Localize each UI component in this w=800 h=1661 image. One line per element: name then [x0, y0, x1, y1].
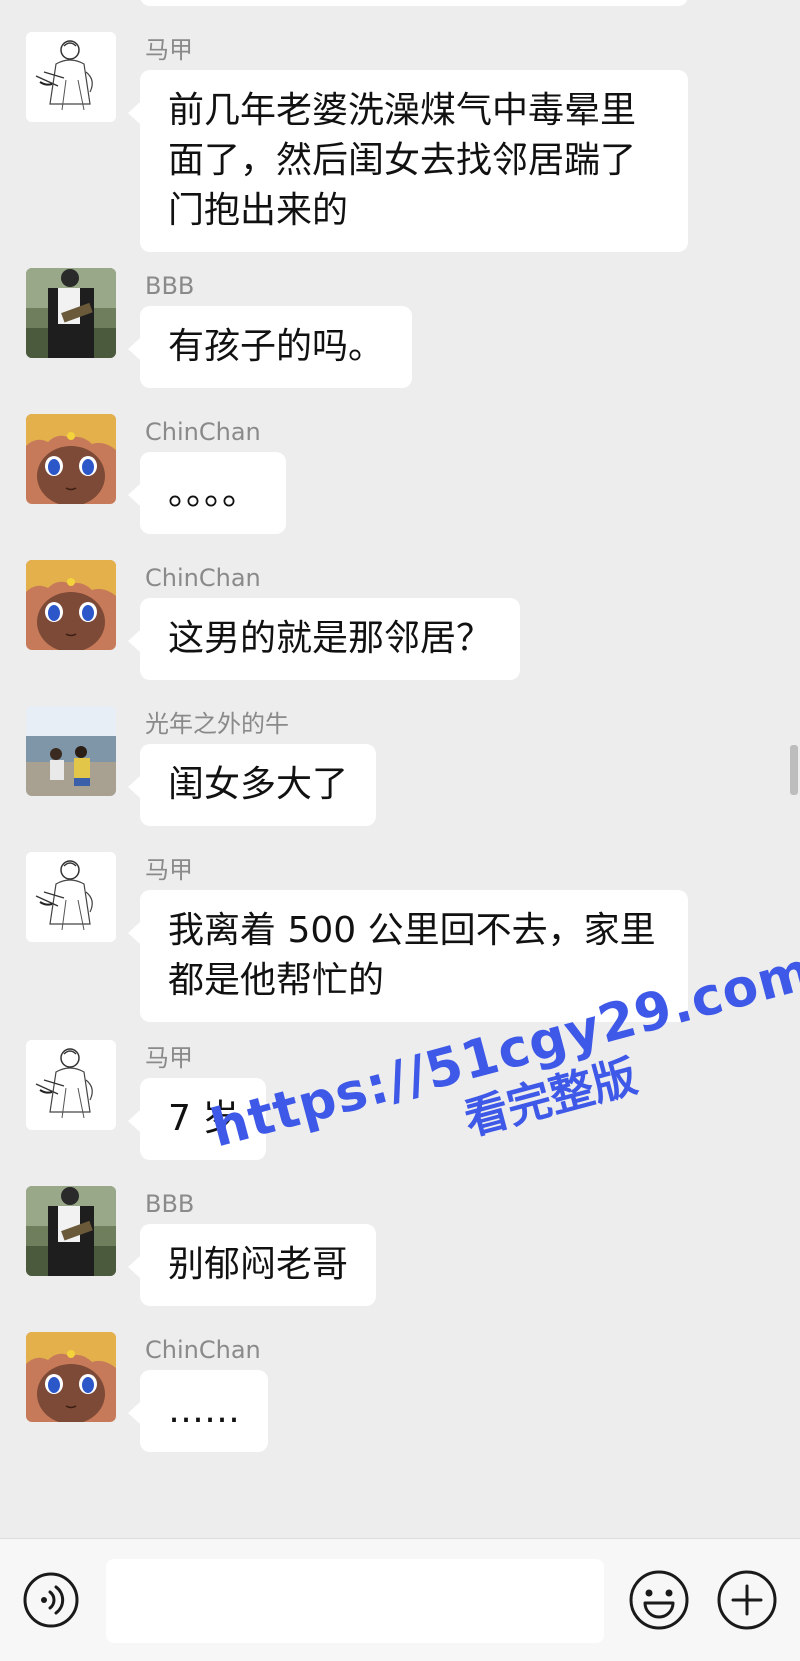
chat-input-bar	[0, 1538, 800, 1661]
watermark-subtitle: 看完整版	[459, 1050, 643, 1146]
message-bubble[interactable]: 前几年老婆洗澡煤气中毒晕里面了，然后闺女去找邻居踹了门抱出来的	[128, 70, 688, 252]
message-bubble[interactable]: 有孩子的吗。	[127, 306, 413, 388]
message-bubble[interactable]: 闺女多大了	[127, 744, 377, 826]
message-bubble[interactable]: 别郁闷老哥	[127, 1224, 377, 1306]
previous-message-bubble	[140, 0, 688, 6]
scrollbar-thumb[interactable]	[790, 745, 798, 795]
man-outdoor-avatar[interactable]	[26, 268, 116, 358]
sketch-avatar[interactable]	[26, 852, 116, 942]
sketch-avatar[interactable]	[26, 1040, 116, 1130]
message-input[interactable]	[106, 1559, 604, 1643]
kids-photo-avatar[interactable]	[26, 706, 116, 796]
sender-name: 光年之外的牛	[145, 710, 289, 738]
sender-name: 马甲	[145, 36, 193, 64]
voice-icon[interactable]	[22, 1571, 80, 1629]
chat-message-list[interactable]: 马甲 前几年老婆洗澡煤气中毒晕里面了，然后闺女去找邻居踹了门抱出来的 BBB 有…	[0, 0, 800, 1538]
message-bubble[interactable]: ……	[128, 1370, 268, 1452]
sender-name: 马甲	[145, 1044, 193, 1072]
anime-girl-avatar[interactable]	[26, 414, 116, 504]
emoji-icon[interactable]	[628, 1569, 690, 1631]
sender-name: ChinChan	[145, 418, 261, 446]
message-bubble[interactable]: 7 岁	[127, 1078, 267, 1160]
sender-name: BBB	[145, 272, 195, 300]
anime-girl-avatar[interactable]	[26, 560, 116, 650]
message-bubble[interactable]: 。。。。	[127, 452, 287, 534]
sketch-avatar[interactable]	[26, 32, 116, 122]
plus-icon[interactable]	[716, 1569, 778, 1631]
sender-name: BBB	[145, 1190, 195, 1218]
sender-name: ChinChan	[145, 1336, 261, 1364]
sender-name: 马甲	[145, 856, 193, 884]
message-bubble[interactable]: 这男的就是那邻居？	[127, 598, 521, 680]
anime-girl-avatar[interactable]	[26, 1332, 116, 1422]
man-outdoor-avatar[interactable]	[26, 1186, 116, 1276]
sender-name: ChinChan	[145, 564, 261, 592]
message-bubble[interactable]: 我离着 500 公里回不去，家里都是他帮忙的	[128, 890, 688, 1022]
